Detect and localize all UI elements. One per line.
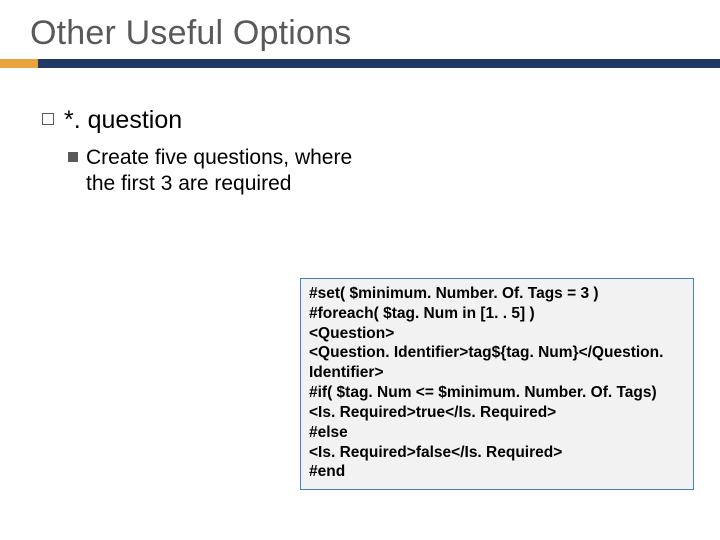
code-line: #else <box>309 423 685 443</box>
slide-title: Other Useful Options <box>0 0 720 59</box>
square-bullet-icon <box>42 113 54 125</box>
code-line: #if( $tag. Num <= $minimum. Number. Of. … <box>309 383 685 403</box>
code-line: <Question. Identifier>tag${tag. Num}</Qu… <box>309 343 685 383</box>
accent-navy-block <box>38 59 720 68</box>
bullet2-text: Create five questions, where the first 3… <box>86 145 368 196</box>
title-underline <box>0 59 720 68</box>
square-filled-bullet-icon <box>68 152 78 162</box>
bullet-level-2: Create five questions, where the first 3… <box>68 145 368 196</box>
code-line: <Is. Required>true</Is. Required> <box>309 403 685 423</box>
bullet1-text: *. question <box>64 106 182 135</box>
code-line: <Question> <box>309 324 685 344</box>
bullet-level-1: *. question <box>42 106 720 135</box>
code-line: #end <box>309 462 685 482</box>
bullet2-prefix: Create <box>86 146 155 169</box>
code-line: #set( $minimum. Number. Of. Tags = 3 ) <box>309 284 685 304</box>
code-line: #foreach( $tag. Num in [1. . 5] ) <box>309 304 685 324</box>
code-line: <Is. Required>false</Is. Required> <box>309 443 685 463</box>
code-snippet-box: #set( $minimum. Number. Of. Tags = 3 ) #… <box>300 278 694 490</box>
accent-orange-block <box>0 59 38 68</box>
content-area: *. question Create five questions, where… <box>0 68 720 196</box>
